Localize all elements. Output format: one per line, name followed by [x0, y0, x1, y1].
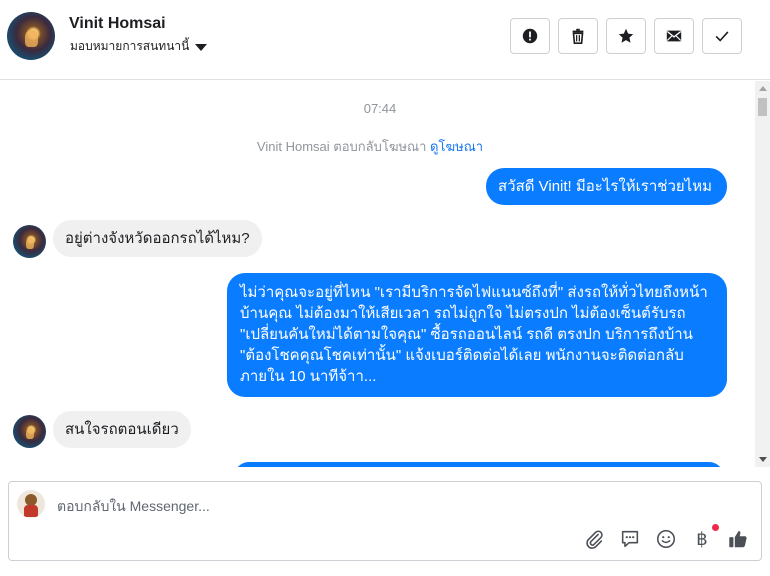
- star-icon: [618, 28, 634, 43]
- thumbs-up-icon: [729, 531, 747, 548]
- reply-composer[interactable]: ตอบกลับใน Messenger... ฿: [8, 481, 762, 561]
- reply-input[interactable]: ตอบกลับใน Messenger...: [57, 496, 210, 518]
- incoming-message: สนใจรถตอนเดียว: [53, 411, 191, 448]
- scroll-up-arrow-icon[interactable]: [759, 86, 767, 91]
- saved-replies-button[interactable]: [619, 528, 641, 550]
- outgoing-message-partial: [234, 462, 724, 467]
- ad-reply-text: Vinit Homsai ตอบกลับโฆษณา: [256, 139, 427, 154]
- star-button[interactable]: [606, 18, 646, 54]
- contact-name[interactable]: Vinit Homsai: [69, 15, 166, 33]
- scroll-thumb[interactable]: [758, 98, 767, 116]
- view-ad-link[interactable]: ดูโฆษณา: [430, 139, 483, 154]
- baht-icon: ฿: [696, 528, 708, 550]
- scroll-down-arrow-icon[interactable]: [759, 457, 767, 462]
- trash-icon: [572, 28, 584, 45]
- header-actions: [510, 18, 742, 54]
- mark-unread-button[interactable]: [654, 18, 694, 54]
- chat-bubble-icon: [621, 530, 639, 548]
- envelope-icon: [666, 30, 682, 42]
- contact-avatar-small[interactable]: [13, 225, 46, 258]
- incoming-message: อยู่ต่างจังหวัดออกรถได้ไหม?: [53, 220, 262, 257]
- composer-toolbar: ฿: [583, 524, 749, 550]
- assign-conversation-dropdown[interactable]: มอบหมายการสนทนานี้: [70, 37, 208, 56]
- outgoing-message: สวัสดี Vinit! มีอะไรให้เราช่วยไหม: [486, 168, 727, 205]
- payment-button[interactable]: ฿: [691, 524, 719, 550]
- contact-avatar-small[interactable]: [13, 415, 46, 448]
- emoji-button[interactable]: [655, 528, 677, 550]
- smiley-icon: [656, 529, 676, 549]
- conversation-header: Vinit Homsai มอบหมายการสนทนานี้: [0, 0, 770, 80]
- report-spam-button[interactable]: [510, 18, 550, 54]
- thread-scrollbar[interactable]: [755, 81, 770, 467]
- like-button[interactable]: [727, 528, 749, 550]
- outgoing-message: ไม่ว่าคุณจะอยู่ที่ไหน "เรามีบริการจัดไฟแ…: [227, 273, 727, 397]
- assign-label: มอบหมายการสนทนานี้: [70, 39, 190, 53]
- message-thread: 07:44 Vinit Homsai ตอบกลับโฆษณา ดูโฆษณา …: [0, 81, 770, 467]
- ad-reply-note: Vinit Homsai ตอบกลับโฆษณา ดูโฆษณา: [0, 136, 740, 157]
- paperclip-icon: [586, 530, 603, 549]
- page-avatar: [17, 490, 45, 518]
- attach-file-button[interactable]: [583, 528, 605, 550]
- contact-avatar[interactable]: [7, 12, 55, 60]
- exclamation-circle-icon: [522, 28, 538, 44]
- checkmark-icon: [715, 31, 729, 42]
- notification-dot: [712, 524, 719, 531]
- message-timestamp: 07:44: [363, 101, 397, 116]
- delete-button[interactable]: [558, 18, 598, 54]
- mark-done-button[interactable]: [702, 18, 742, 54]
- caret-down-icon: [195, 44, 208, 51]
